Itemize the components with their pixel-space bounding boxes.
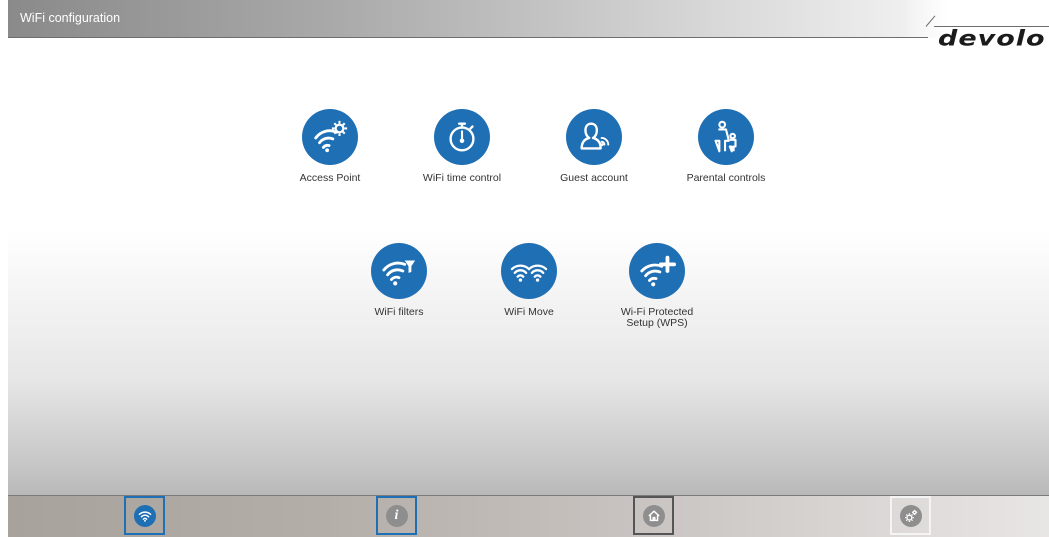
home-icon xyxy=(642,504,665,527)
header-bar xyxy=(8,0,928,37)
tile-label: Access Point xyxy=(299,172,361,184)
tile-label: Wi-Fi Protected Setup (WPS) xyxy=(620,306,694,329)
tile-guest-account[interactable]: Guest account xyxy=(529,109,659,184)
wifi-icon xyxy=(133,504,156,527)
nav-wifi-button[interactable] xyxy=(124,496,165,535)
settings-gear-icon xyxy=(899,504,922,527)
wifi-filter-icon xyxy=(371,243,427,299)
parent-child-icon xyxy=(698,109,754,165)
nav-settings-button[interactable] xyxy=(890,496,931,535)
guest-user-icon xyxy=(566,109,622,165)
tile-access-point[interactable]: Access Point xyxy=(265,109,395,184)
wifi-move-icon xyxy=(501,243,557,299)
tile-wifi-time-control[interactable]: WiFi time control xyxy=(397,109,527,184)
devolo-logo: devolo xyxy=(938,27,1046,52)
nav-home-button[interactable] xyxy=(633,496,674,535)
page-title: WiFi configuration xyxy=(20,11,121,25)
tile-label: WiFi Move xyxy=(504,306,554,318)
header-divider xyxy=(8,37,928,38)
tile-wifi-move[interactable]: WiFi Move xyxy=(464,243,594,318)
wifi-plus-icon xyxy=(629,243,685,299)
tile-label: WiFi filters xyxy=(374,306,424,318)
nav-info-button[interactable]: i xyxy=(376,496,417,535)
stopwatch-icon xyxy=(434,109,490,165)
tile-wps[interactable]: Wi-Fi Protected Setup (WPS) xyxy=(592,243,722,329)
app-window: WiFi configuration devolo Access Point W… xyxy=(8,0,1049,537)
tile-label: WiFi time control xyxy=(422,172,502,184)
info-icon: i xyxy=(385,504,408,527)
tile-wifi-filters[interactable]: WiFi filters xyxy=(334,243,464,318)
tile-parental-controls[interactable]: Parental controls xyxy=(661,109,791,184)
tile-label: Parental controls xyxy=(686,172,766,184)
wifi-gear-icon xyxy=(302,109,358,165)
tile-label: Guest account xyxy=(560,172,628,184)
